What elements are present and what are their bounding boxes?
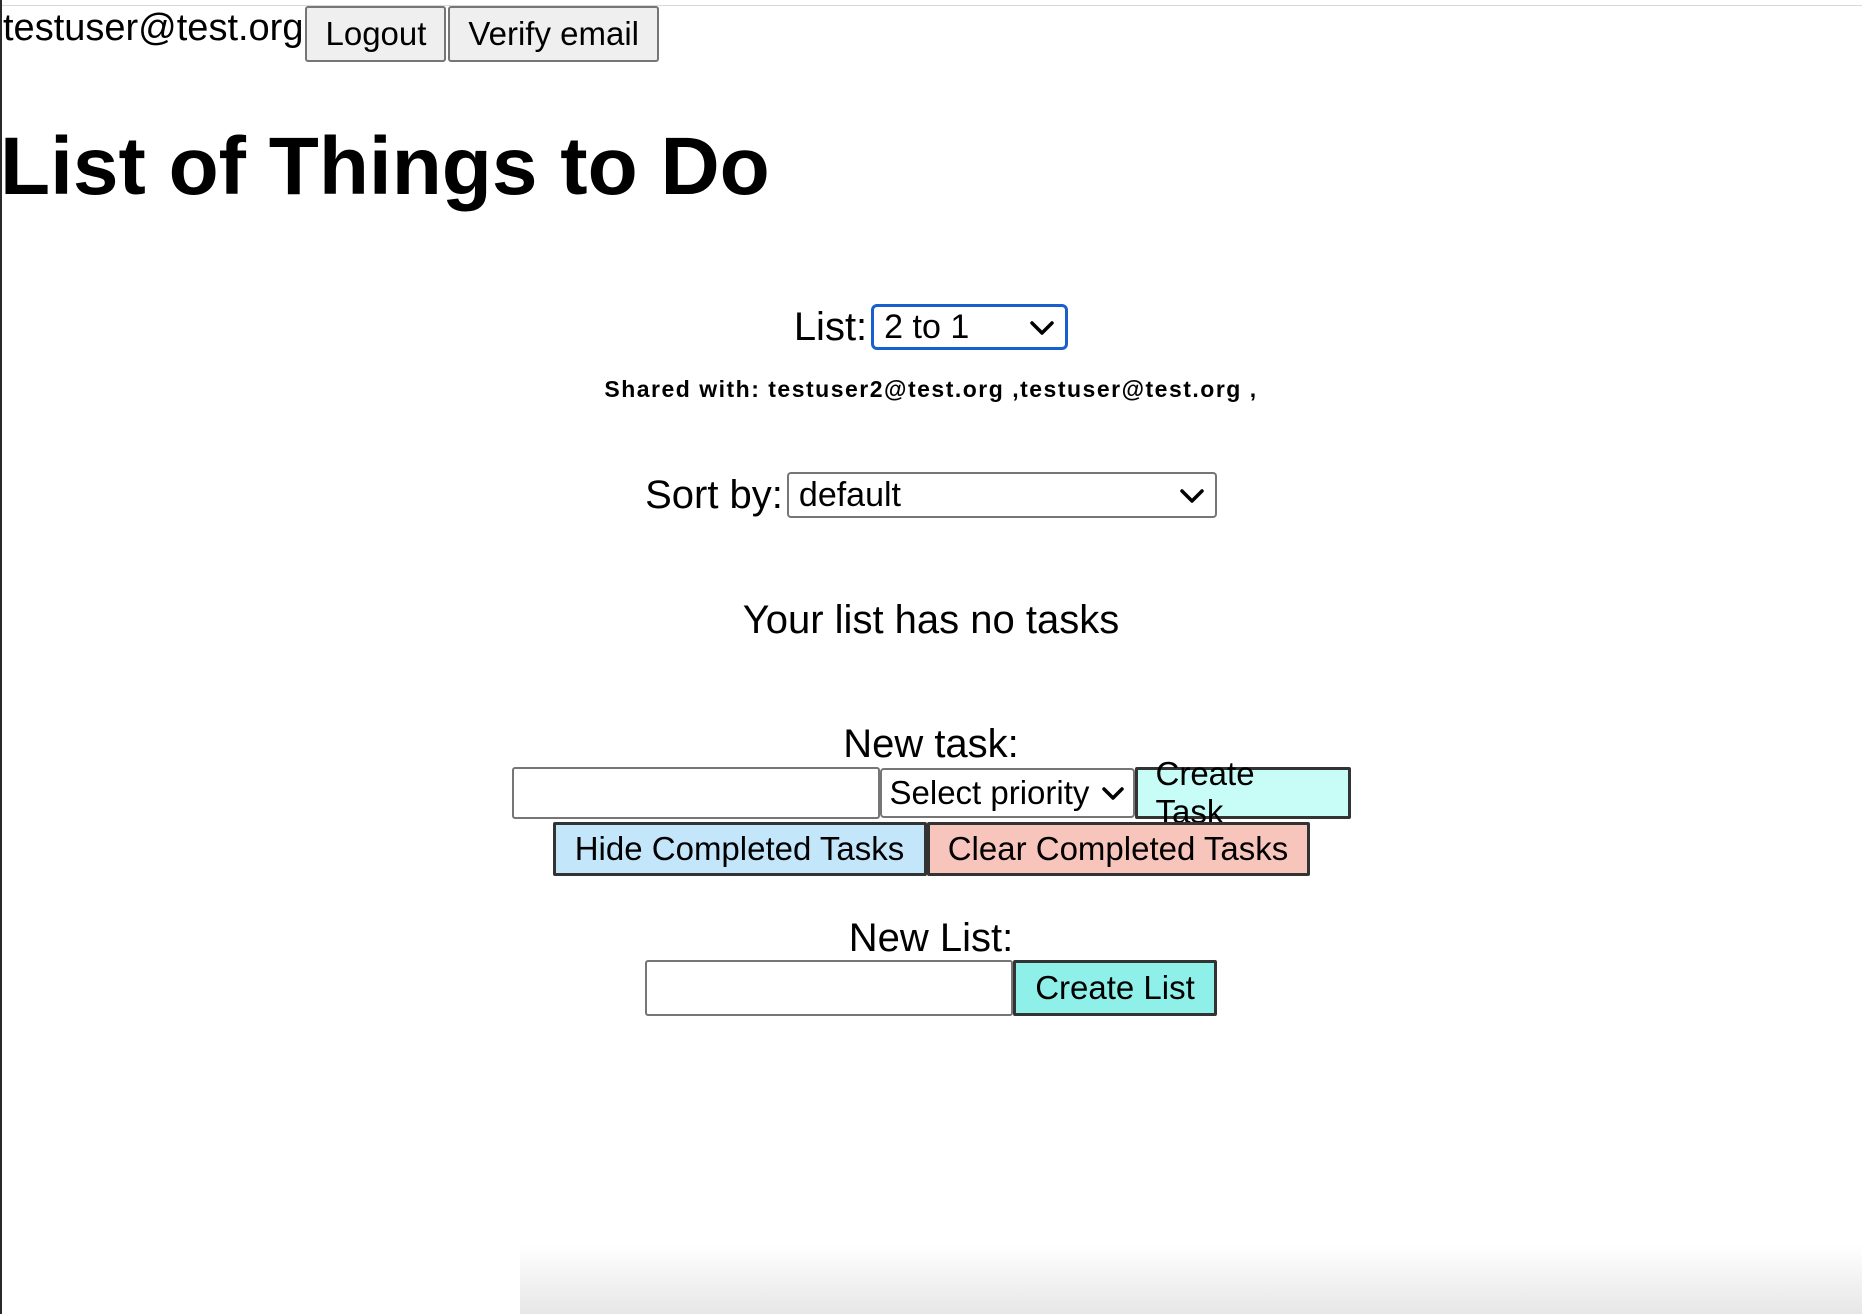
new-task-input[interactable]	[511, 767, 880, 819]
new-list-label: New List:	[848, 916, 1014, 960]
list-select-value: 2 to 1	[884, 307, 970, 346]
create-task-button[interactable]: Create Task	[1134, 755, 1351, 830]
page-title: List of Things to Do	[0, 121, 770, 212]
create-list-button[interactable]: Create List	[1013, 960, 1217, 1016]
new-list-row: Create List	[0, 960, 1862, 1016]
account-bar: testuser@test.org Logout Verify email	[0, 6, 659, 62]
chevron-down-icon	[1029, 312, 1055, 343]
empty-tasks-message: Your list has no tasks	[742, 598, 1120, 642]
hide-completed-button[interactable]: Hide Completed Tasks	[552, 822, 927, 876]
new-task-row: Select priority Create Task	[0, 755, 1862, 830]
user-email: testuser@test.org	[3, 7, 304, 49]
completed-actions-row: Hide Completed Tasks Clear Completed Tas…	[0, 822, 1862, 876]
shared-with-text: Shared with: testuser2@test.org ,testuse…	[604, 376, 1258, 402]
sort-select[interactable]: default	[786, 472, 1217, 518]
sort-row: Sort by: default	[0, 472, 1862, 518]
sort-label: Sort by:	[645, 472, 783, 517]
list-selector-row: List: 2 to 1	[0, 304, 1862, 350]
new-list-input[interactable]	[645, 960, 1013, 1016]
clear-completed-button[interactable]: Clear Completed Tasks	[926, 822, 1310, 876]
new-task-label: New task:	[843, 722, 1019, 766]
chevron-down-icon	[1101, 778, 1125, 809]
sort-select-value: default	[798, 475, 902, 514]
list-select[interactable]: 2 to 1	[871, 304, 1069, 350]
priority-select[interactable]: Select priority	[879, 768, 1135, 818]
priority-select-value: Select priority	[889, 774, 1090, 811]
bottom-shadow	[520, 1244, 1862, 1314]
list-label: List:	[793, 304, 868, 349]
chevron-down-icon	[1179, 480, 1205, 511]
logout-button[interactable]: Logout	[305, 6, 447, 62]
verify-email-button[interactable]: Verify email	[448, 6, 659, 62]
